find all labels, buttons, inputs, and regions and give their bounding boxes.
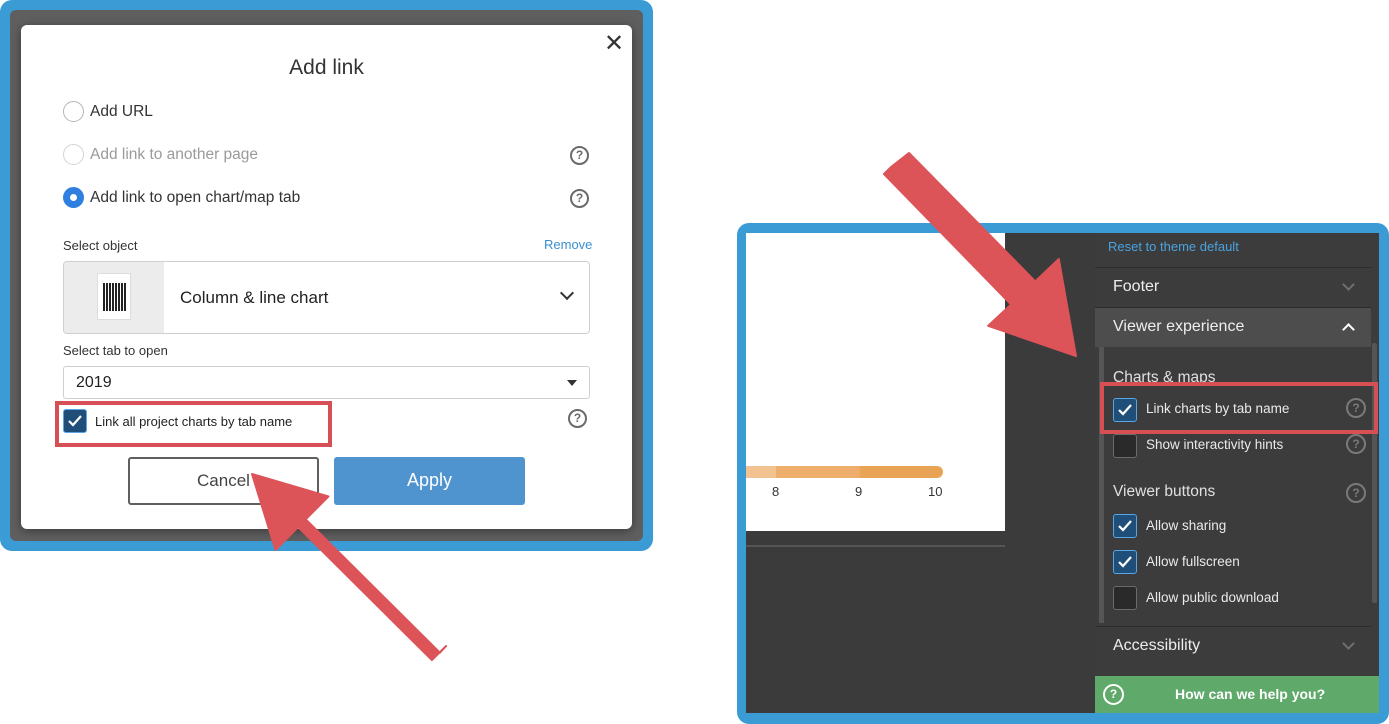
arrow-to-link-charts-setting (883, 152, 1077, 357)
annotation-arrows (251, 152, 1077, 662)
arrow-to-link-all-checkbox (251, 473, 448, 662)
